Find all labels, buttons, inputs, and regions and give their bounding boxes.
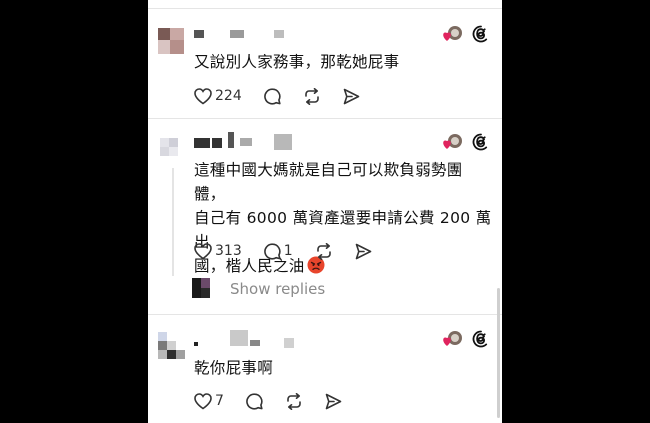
username-redacted [240, 138, 252, 146]
username-redacted[interactable] [194, 30, 204, 38]
repost-icon [316, 242, 331, 260]
like-button[interactable]: 7 [194, 392, 224, 410]
like-count: 313 [215, 243, 242, 259]
like-count: 224 [215, 88, 242, 104]
heart-icon [194, 242, 212, 259]
username-redacted [212, 138, 222, 148]
scrollbar[interactable] [497, 288, 500, 418]
username-redacted [228, 132, 234, 148]
heart-icon [194, 87, 212, 104]
reply-count: 1 [283, 243, 293, 259]
comment-text: 乾你屁事啊 [194, 359, 274, 377]
reply-thread-line [172, 168, 174, 276]
username-redacted[interactable] [194, 342, 198, 346]
comment-icon [263, 87, 281, 105]
comment-actions: 224 [194, 85, 382, 107]
username-redacted [250, 340, 260, 346]
username-redacted[interactable] [194, 138, 210, 148]
share-button[interactable] [325, 393, 342, 410]
threads-comment-panel: 又說別人家務事，那乾她屁事 224 這種中國大媽就是自己可以欺負弱勢團體， 自己… [148, 0, 502, 423]
username-redacted [230, 330, 248, 346]
separator [148, 314, 502, 315]
repost-icon [287, 392, 301, 410]
separator [148, 8, 502, 9]
repost-button[interactable] [303, 87, 321, 105]
avatar[interactable] [158, 332, 185, 359]
avatar[interactable] [160, 138, 186, 164]
timestamp-redacted [274, 134, 292, 150]
reply-button[interactable] [263, 87, 281, 105]
separator [148, 118, 502, 119]
avatar[interactable] [158, 28, 184, 54]
share-icon [325, 393, 342, 409]
like-button[interactable]: 224 [194, 87, 242, 105]
reply-button[interactable]: 1 [263, 242, 293, 260]
comment-icon [246, 392, 263, 410]
comment-text: 又說別人家務事，那乾她屁事 [194, 53, 400, 71]
repost-button[interactable] [285, 392, 303, 410]
avatar-heart-badge-icon [442, 25, 462, 43]
threads-logo-icon[interactable] [472, 330, 490, 348]
comment-actions: 7 [194, 390, 364, 412]
threads-logo-icon[interactable] [472, 25, 490, 43]
share-button[interactable] [343, 88, 360, 105]
repost-button[interactable] [315, 242, 333, 260]
like-button[interactable]: 313 [194, 242, 242, 260]
heart-icon [194, 392, 212, 409]
comment-line: 這種中國大媽就是自己可以欺負弱勢團體， [194, 161, 463, 203]
avatar-heart-badge-icon [442, 133, 462, 151]
comment-actions: 313 1 [194, 240, 394, 262]
share-icon [355, 243, 371, 259]
comment-text: 這種中國大媽就是自己可以欺負弱勢團體， 自己有 6000 萬資產還要申請公費 2… [194, 158, 494, 281]
comment-icon [263, 242, 281, 260]
reply-avatar[interactable] [192, 278, 210, 298]
repost-icon [304, 87, 319, 105]
reply-button[interactable] [246, 392, 263, 410]
threads-logo-icon[interactable] [472, 133, 490, 151]
share-button[interactable] [355, 243, 372, 260]
show-replies-link[interactable]: Show replies [230, 280, 325, 298]
username-redacted [230, 30, 244, 38]
comment-header-icons [442, 330, 490, 348]
share-icon [343, 88, 360, 104]
timestamp-redacted [274, 30, 284, 38]
comment-header-icons [442, 133, 490, 151]
avatar-heart-badge-icon [442, 330, 462, 348]
timestamp-redacted [284, 338, 294, 348]
like-count: 7 [215, 393, 224, 409]
comment-header-icons [442, 25, 490, 43]
